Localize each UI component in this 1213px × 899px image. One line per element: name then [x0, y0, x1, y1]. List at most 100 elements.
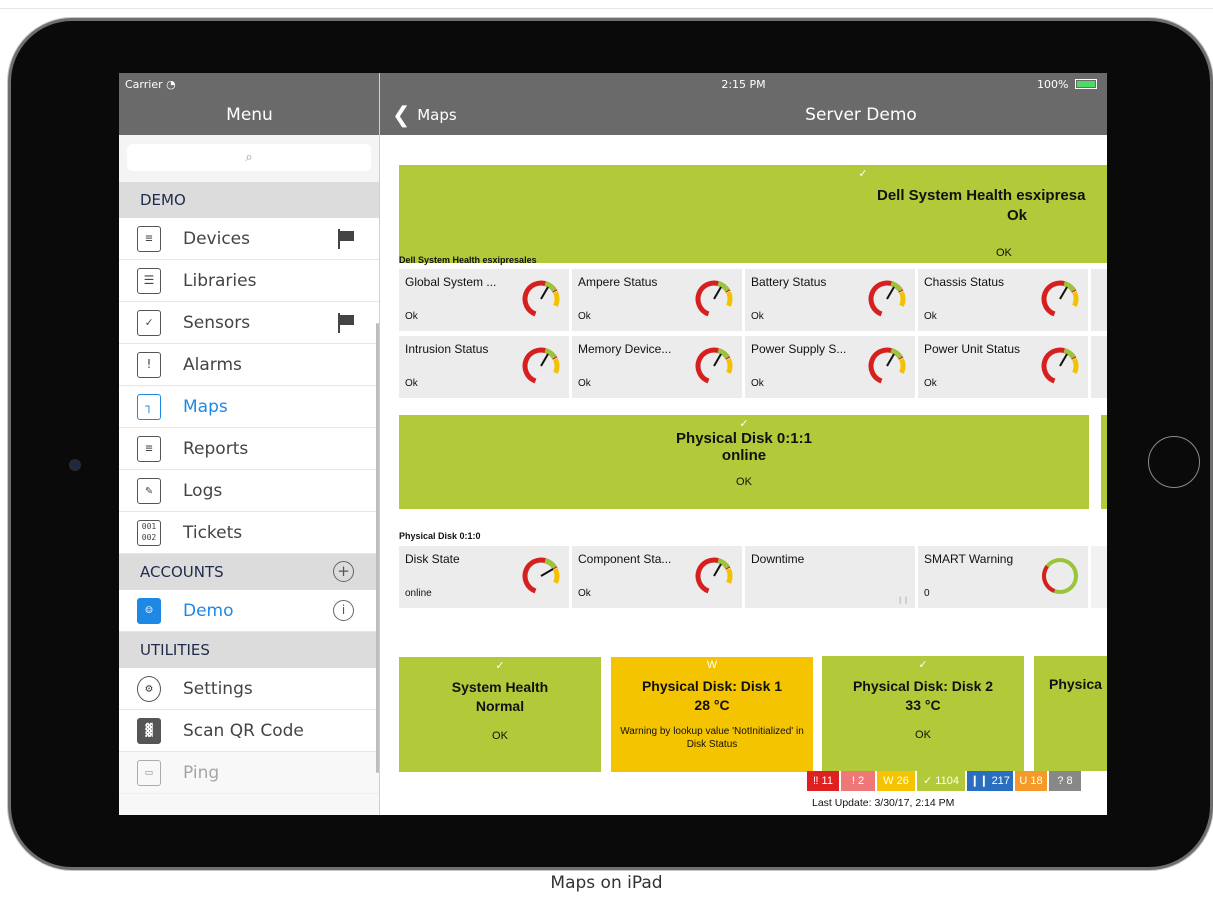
- card-status: Warning by lookup value 'NotInitialized'…: [620, 726, 804, 750]
- ok-check-icon: ✓: [739, 418, 749, 430]
- sidebar-item-ping[interactable]: ▭ Ping: [119, 752, 379, 794]
- sidebar-scrollbar[interactable]: [376, 323, 379, 773]
- search-input[interactable]: ⌕: [127, 144, 371, 171]
- banner-status: Ok: [1007, 207, 1028, 224]
- card-value: 33 °C: [905, 697, 941, 713]
- sensor-name: Battery Status: [751, 275, 827, 289]
- sensor-name: Memory Device...: [578, 342, 672, 356]
- sidebar-item-alarms[interactable]: ! Alarms: [119, 344, 379, 386]
- legend-warning[interactable]: W 26: [877, 771, 915, 791]
- gauge-icon: [695, 347, 733, 385]
- sensors-icon: ✓: [137, 310, 161, 336]
- legend-down-partial[interactable]: ! 2: [841, 771, 875, 791]
- legend-count: ? 8: [1057, 775, 1073, 787]
- physical-disk-banner[interactable]: ✓ Physical Disk 0:1:1 online OK: [399, 415, 1089, 509]
- gauge-icon: [522, 557, 560, 595]
- status-card-partial[interactable]: Physica: [1034, 656, 1107, 771]
- sidebar-item-reports[interactable]: ≡ Reports: [119, 428, 379, 470]
- sensor-tile[interactable]: Power Unit Status Ok: [918, 336, 1088, 398]
- legend-paused[interactable]: ❙❙ 217: [967, 771, 1013, 791]
- sidebar-item-sensors[interactable]: ✓ Sensors: [119, 302, 379, 344]
- legend-unknown[interactable]: ? 8: [1049, 771, 1081, 791]
- sensor-value: Ok: [924, 311, 937, 322]
- sensor-tile[interactable]: Intrusion Status Ok: [399, 336, 569, 398]
- sensor-tile[interactable]: Ampere Status Ok: [572, 269, 742, 331]
- sidebar-item-tickets[interactable]: 001 002 Tickets: [119, 512, 379, 554]
- sidebar-item-label: Devices: [183, 229, 250, 249]
- legend-count: ! 2: [851, 775, 865, 787]
- sensor-name: SMART Warning: [924, 552, 1014, 566]
- gauge-icon: [868, 347, 906, 385]
- camera-icon: [69, 459, 81, 471]
- sensor-name: Intrusion Status: [405, 342, 489, 356]
- navigation-bar: ❮ Maps Server Demo: [380, 95, 1107, 135]
- legend-count: W 26: [883, 775, 909, 787]
- sensor-name: Component Sta...: [578, 552, 672, 566]
- status-card-warning[interactable]: W Physical Disk: Disk 1 28 °C Warning by…: [611, 657, 813, 772]
- sidebar-item-label: Tickets: [183, 523, 243, 543]
- ipad-screen: Carrier ◔ Menu ⌕ DEMO ≡ Devices ☰ Librar…: [119, 73, 1107, 815]
- add-account-icon[interactable]: +: [333, 561, 354, 582]
- map-canvas[interactable]: ✓ Dell System Health esxipresa Ok OK Del…: [380, 135, 1107, 815]
- status-time: 2:15 PM: [721, 78, 766, 91]
- status-card[interactable]: ✓ System Health Normal OK: [399, 657, 601, 772]
- banner-partial[interactable]: [1101, 415, 1107, 509]
- sidebar-item-label: Maps: [183, 397, 228, 417]
- sensor-tile[interactable]: Global System ... Ok: [399, 269, 569, 331]
- tickets-icon: 001 002: [137, 520, 161, 546]
- sensor-tile-partial[interactable]: [1091, 546, 1107, 608]
- sensor-value: Ok: [751, 311, 764, 322]
- flag-icon[interactable]: [337, 229, 355, 249]
- status-card[interactable]: ✓ Physical Disk: Disk 2 33 °C OK: [822, 656, 1024, 771]
- qr-code-icon: ▓: [137, 718, 161, 744]
- last-update-label: Last Update: 3/30/17, 2:14 PM: [812, 797, 955, 809]
- legend-unusual[interactable]: U 18: [1015, 771, 1047, 791]
- sensor-tile[interactable]: Memory Device... Ok: [572, 336, 742, 398]
- banner-title: Dell System Health esxipresa: [877, 187, 1086, 204]
- dell-health-banner[interactable]: ✓ Dell System Health esxipresa Ok OK: [399, 165, 1107, 263]
- sidebar-item-settings[interactable]: ⚙ Settings: [119, 668, 379, 710]
- flag-icon[interactable]: [337, 313, 355, 333]
- ok-check-icon: ✓: [495, 660, 505, 672]
- sensor-tile[interactable]: SMART Warning 0: [918, 546, 1088, 608]
- sidebar-item-maps[interactable]: ┐ Maps: [119, 386, 379, 428]
- top-divider: [0, 8, 1213, 9]
- sensor-tile[interactable]: Power Supply S... Ok: [745, 336, 915, 398]
- sidebar-item-logs[interactable]: ✎ Logs: [119, 470, 379, 512]
- sidebar-item-more[interactable]: [119, 794, 379, 815]
- sensor-name: Disk State: [405, 552, 460, 566]
- maps-icon: ┐: [137, 394, 161, 420]
- sensor-tile[interactable]: Chassis Status Ok: [918, 269, 1088, 331]
- sidebar-item-label: Ping: [183, 763, 220, 783]
- battery-icon: [1075, 79, 1097, 89]
- logs-icon: ✎: [137, 478, 161, 504]
- sidebar-item-label: Scan QR Code: [183, 721, 304, 741]
- sidebar-item-scan-qr[interactable]: ▓ Scan QR Code: [119, 710, 379, 752]
- section-title: ACCOUNTS: [140, 563, 224, 581]
- legend-up[interactable]: ✓ 1104: [917, 771, 965, 791]
- sidebar-item-devices[interactable]: ≡ Devices: [119, 218, 379, 260]
- card-status: OK: [915, 729, 931, 741]
- info-icon[interactable]: i: [333, 600, 354, 621]
- sidebar-item-account-demo[interactable]: ☺ Demo i: [119, 590, 379, 632]
- card-title: Physica: [1049, 676, 1102, 692]
- legend-count: ✓ 1104: [923, 775, 959, 787]
- section-header-utilities: UTILITIES: [119, 632, 379, 668]
- section-header-accounts: ACCOUNTS +: [119, 554, 379, 590]
- sensor-tile[interactable]: Component Sta... Ok: [572, 546, 742, 608]
- card-value: 28 °C: [694, 697, 730, 713]
- sensor-tile[interactable]: Disk State online: [399, 546, 569, 608]
- carrier-label: Carrier: [125, 78, 163, 91]
- banner-ok-label: OK: [996, 247, 1012, 259]
- group-label: Dell System Health esxipresales: [399, 255, 537, 265]
- sensor-tile-partial[interactable]: [1091, 269, 1107, 331]
- battery-percent: 100%: [1037, 78, 1069, 91]
- sidebar-item-label: Alarms: [183, 355, 242, 375]
- sensor-tile[interactable]: Battery Status Ok: [745, 269, 915, 331]
- sidebar-item-libraries[interactable]: ☰ Libraries: [119, 260, 379, 302]
- sensor-tile[interactable]: Downtime ❙❙: [745, 546, 915, 608]
- sensor-value: Ok: [405, 311, 418, 322]
- home-button[interactable]: [1148, 436, 1200, 488]
- sensor-tile-partial[interactable]: [1091, 336, 1107, 398]
- legend-down[interactable]: ‼ 11: [807, 771, 839, 791]
